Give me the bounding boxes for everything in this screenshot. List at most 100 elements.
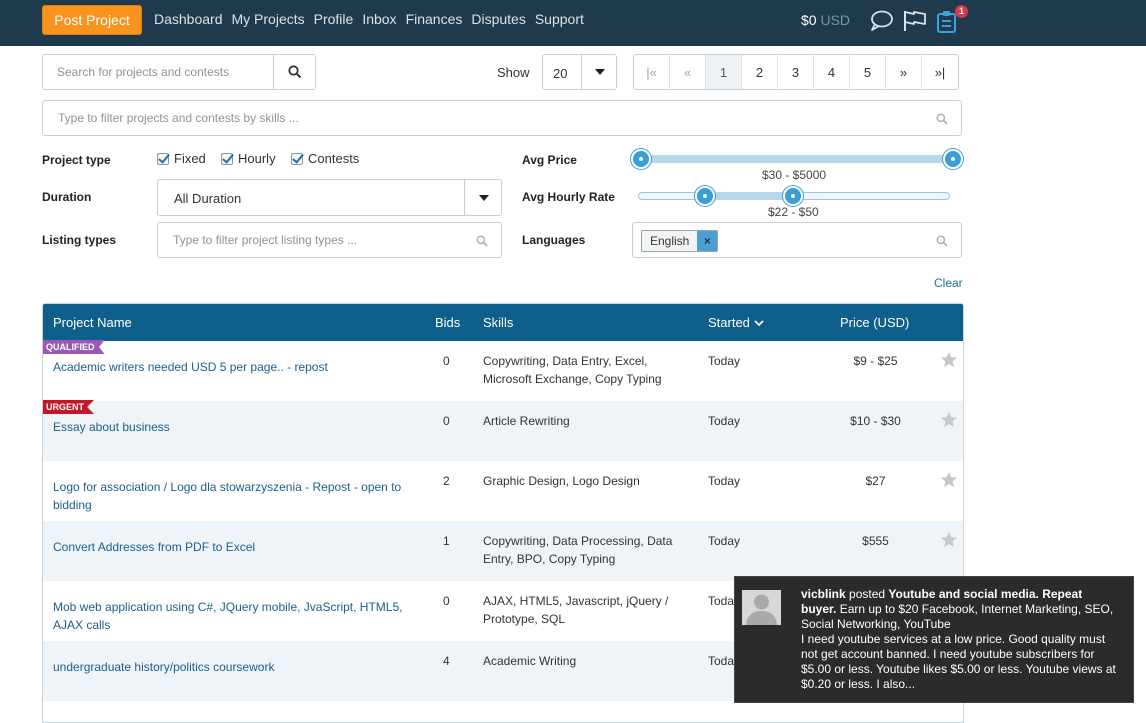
notification-user[interactable]: vicblink (801, 587, 846, 601)
project-name-link[interactable]: Logo for association / Logo dla stowarzy… (53, 478, 403, 514)
account-balance[interactable]: $0 USD (801, 12, 850, 28)
languages-filter[interactable]: English × (632, 222, 962, 258)
project-search (42, 54, 316, 90)
project-type-label: Project type (42, 153, 111, 167)
notification-body: I need youtube services at a low price. … (801, 632, 1116, 691)
listing-types-label: Listing types (42, 233, 117, 247)
star-icon[interactable] (940, 351, 958, 369)
bids-count: 2 (443, 474, 450, 488)
search-icon (936, 235, 948, 247)
page-5-button[interactable]: 5 (850, 55, 886, 89)
page-size-value: 20 (553, 66, 568, 81)
language-tag-label: English (650, 234, 690, 248)
avg-price-max-handle[interactable] (943, 149, 963, 169)
project-name-link[interactable]: Convert Addresses from PDF to Excel (53, 538, 403, 556)
top-nav: Post Project Dashboard My Projects Profi… (0, 0, 1146, 46)
avg-hourly-fill (705, 192, 793, 200)
chevron-down-icon (581, 55, 617, 89)
chat-bubble-icon[interactable] (868, 9, 894, 33)
fixed-checkbox[interactable]: Fixed (157, 151, 206, 166)
search-icon (288, 65, 302, 79)
last-page-button[interactable]: »| (922, 55, 958, 89)
checkbox-checked-icon (221, 152, 233, 165)
contests-checkbox[interactable]: Contests (291, 151, 359, 166)
bids-count: 1 (443, 534, 450, 548)
nav-inbox[interactable]: Inbox (362, 11, 396, 27)
first-page-button[interactable]: |« (634, 55, 670, 89)
page-size-select[interactable]: 20 (542, 54, 617, 90)
show-label: Show (497, 65, 530, 80)
clear-filters-link[interactable]: Clear (934, 276, 963, 290)
table-header: Project Name Bids Skills Started Price (… (43, 304, 963, 341)
header-skills: Skills (483, 315, 514, 330)
star-icon[interactable] (940, 411, 958, 429)
nav-my-projects[interactable]: My Projects (232, 11, 305, 27)
balance-amount: $0 (801, 12, 817, 28)
search-icon (476, 235, 488, 247)
started-value: Today (708, 414, 741, 428)
page-1-button[interactable]: 1 (706, 55, 742, 89)
prev-page-button[interactable]: « (670, 55, 706, 89)
skills-list: Article Rewriting (483, 414, 570, 428)
table-row: URGENT Essay about business 0 Article Rewri… (43, 400, 963, 461)
project-name-link[interactable]: undergraduate history/politics coursewor… (53, 658, 403, 676)
bids-count: 0 (443, 354, 450, 368)
avg-hourly-label: Avg Hourly Rate (522, 190, 615, 204)
activity-notification[interactable]: vicblink posted Youtube and social media… (734, 576, 1134, 703)
star-icon[interactable] (940, 531, 958, 549)
started-value: Toda (708, 654, 735, 668)
fixed-label: Fixed (174, 151, 206, 166)
listing-types-input[interactable] (158, 223, 468, 257)
page-3-button[interactable]: 3 (778, 55, 814, 89)
project-name-link[interactable]: Mob web application using C#, JQuery mob… (53, 598, 403, 634)
duration-select[interactable]: All Duration (157, 179, 502, 216)
project-name-link[interactable]: Essay about business (53, 418, 403, 436)
header-bids[interactable]: Bids (435, 315, 460, 330)
balance-currency: USD (820, 12, 851, 28)
post-project-button[interactable]: Post Project (42, 5, 142, 35)
hourly-checkbox[interactable]: Hourly (221, 151, 276, 166)
page-4-button[interactable]: 4 (814, 55, 850, 89)
price-value: $555 (862, 534, 889, 548)
skills-list: Copywriting, Data Entry, Excel, Microsof… (483, 354, 662, 386)
header-started[interactable]: Started (708, 315, 764, 330)
notification-badge: 1 (955, 5, 968, 18)
skills-list: Graphic Design, Logo Design (483, 474, 640, 488)
skills-list: Academic Writing (483, 654, 577, 668)
nav-support[interactable]: Support (535, 11, 584, 27)
nav-disputes[interactable]: Disputes (471, 11, 525, 27)
notification-text: vicblink posted Youtube and social media… (801, 587, 1119, 692)
page-2-button[interactable]: 2 (742, 55, 778, 89)
search-input[interactable] (43, 55, 273, 89)
search-button[interactable] (273, 55, 316, 89)
contests-label: Contests (308, 151, 360, 166)
bids-count: 0 (443, 594, 450, 608)
avg-hourly-min-handle[interactable] (695, 186, 715, 206)
flag-icon[interactable] (902, 9, 928, 33)
project-name-link[interactable]: Academic writers needed USD 5 per page..… (53, 358, 403, 376)
star-icon[interactable] (940, 471, 958, 489)
chevron-down-icon (464, 180, 502, 215)
avg-hourly-max-handle[interactable] (783, 186, 803, 206)
header-price[interactable]: Price (USD) (840, 315, 909, 330)
skills-filter-input[interactable] (43, 101, 923, 135)
nav-finances[interactable]: Finances (406, 11, 463, 27)
remove-language-button[interactable]: × (697, 231, 718, 251)
table-row: Convert Addresses from PDF to Excel 1 Copy… (43, 521, 963, 581)
bids-count: 0 (443, 414, 450, 428)
hourly-label: Hourly (238, 151, 276, 166)
table-row: QUALIFIED Academic writers needed USD 5 p… (43, 340, 963, 401)
search-icon (936, 113, 948, 125)
bids-count: 4 (443, 654, 450, 668)
started-value: Today (708, 534, 741, 548)
languages-label: Languages (522, 233, 586, 247)
notification-verb: posted (845, 587, 889, 601)
avg-price-min-handle[interactable] (631, 149, 651, 169)
nav-profile[interactable]: Profile (314, 11, 354, 27)
language-tag: English × (641, 230, 719, 252)
duration-value: All Duration (174, 191, 242, 206)
next-page-button[interactable]: » (886, 55, 922, 89)
duration-label: Duration (42, 190, 92, 204)
nav-dashboard[interactable]: Dashboard (154, 11, 223, 27)
header-project-name[interactable]: Project Name (53, 315, 132, 330)
